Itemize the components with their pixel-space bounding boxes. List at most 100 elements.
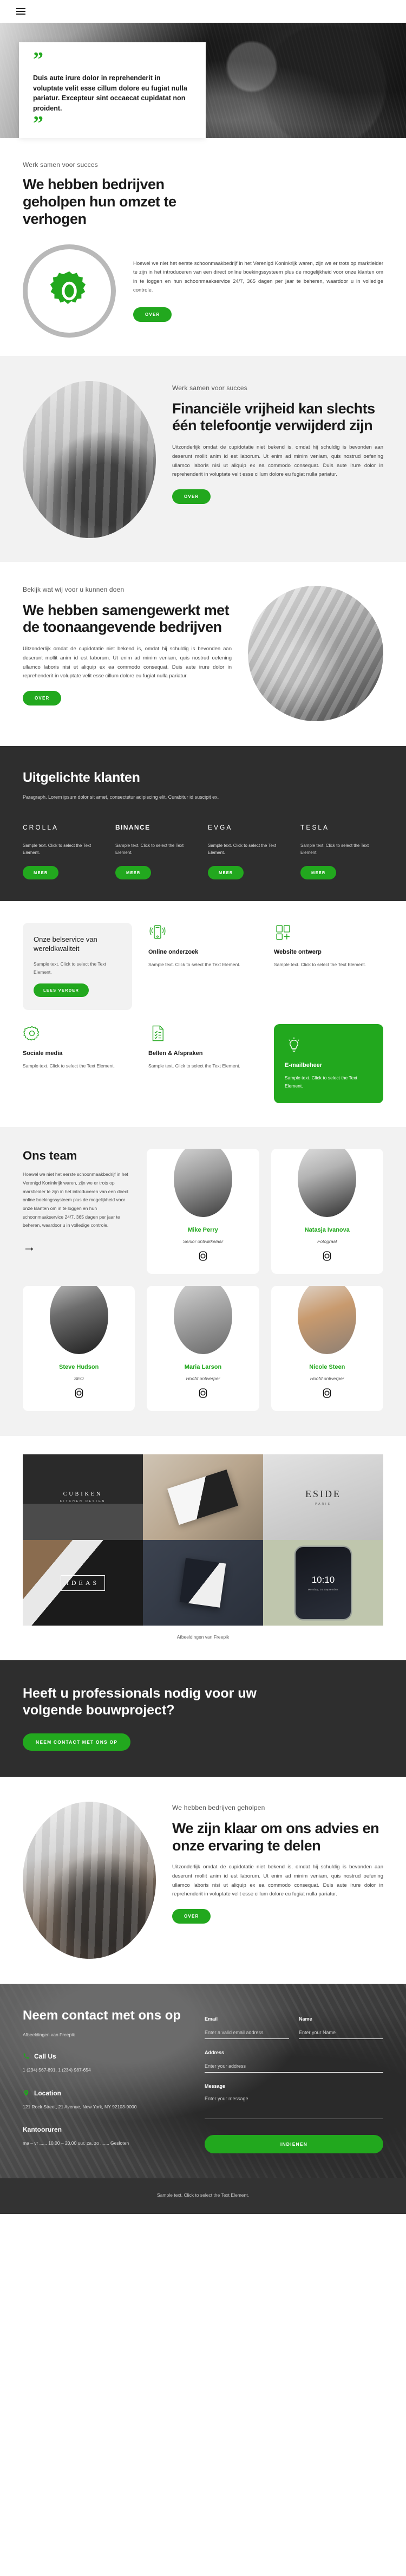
client-more-button[interactable]: MEER <box>300 865 337 879</box>
team-member-name: Natasja Ivanova <box>304 1227 350 1234</box>
gallery-section: CUBIKEN KITCHEN DESIGN ESIDE PARIS IDEAS… <box>0 1436 406 1661</box>
quote-close-icon: ” <box>33 112 43 135</box>
client-card: CROLLA Sample text. Click to select the … <box>23 821 106 879</box>
instagram-icon[interactable] <box>74 1388 84 1401</box>
client-logo-crolla: CROLLA <box>23 823 59 831</box>
advice-eyebrow: We hebben bedrijven geholpen <box>172 1803 265 1811</box>
email-field-group: Email <box>205 2016 289 2039</box>
instagram-icon[interactable] <box>322 1388 332 1401</box>
feature-title: E-mailbeheer <box>285 1062 323 1069</box>
leading-eyebrow: Bekijk wat wij voor u kunnen doen <box>23 585 125 593</box>
freedom-section: Werk samen voor succes Financiële vrijhe… <box>0 355 406 562</box>
team-member-card: Mike Perry Senior ontwikkelaar <box>147 1149 259 1274</box>
hero-quote-card: ” Duis aute irure dolor in reprehenderit… <box>19 42 206 138</box>
team-member-role: Hoofd ontwerper <box>310 1376 344 1382</box>
gallery-tile-sub: KITCHEN DESIGN <box>60 1500 106 1504</box>
instagram-icon[interactable] <box>198 1388 208 1401</box>
revenue-section: Werk samen voor succes We hebben bedrijv… <box>0 138 406 356</box>
feature-text: Sample text. Click to select the Text El… <box>274 961 366 967</box>
contact-location-heading: Location <box>23 2089 185 2097</box>
arrow-right-icon[interactable]: → <box>23 1240 36 1255</box>
team-member-card: Maria Larson Hoofd ontwerper <box>147 1286 259 1412</box>
gallery-tile[interactable]: IDEAS <box>23 1540 143 1626</box>
instagram-icon[interactable] <box>198 1251 208 1264</box>
team-intro: Ons team Hoewel we niet het eerste schoo… <box>23 1149 135 1274</box>
contact-hours-block: Kantooruren ma – vr ...... 10.00 – 20.00… <box>23 2126 185 2147</box>
gallery-grid: CUBIKEN KITCHEN DESIGN ESIDE PARIS IDEAS… <box>23 1454 383 1626</box>
gallery-tile[interactable]: 10:10 Monday, 01 September <box>263 1540 383 1626</box>
client-card: EVGA Sample text. Click to select the Te… <box>208 821 291 879</box>
contact-call-block: Call Us 1 (234) 567-891, 1 (234) 987-654 <box>23 2053 185 2074</box>
clients-section: Uitgelichte klanten Paragraph. Lorem ips… <box>0 746 406 901</box>
leading-image <box>248 585 383 721</box>
contact-hours-value: ma – vr ...... 10.00 – 20.00 uur, za, zo… <box>23 2140 129 2146</box>
client-logo-tesla: TESLA <box>300 823 330 831</box>
contact-form: Email Name Address Message INDIENE <box>205 2008 383 2153</box>
contact-call-label: Call Us <box>34 2052 56 2060</box>
contact-call-heading: Call Us <box>23 2053 185 2060</box>
client-caption: Sample text. Click to select the Text El… <box>208 843 277 856</box>
message-input[interactable] <box>205 2094 383 2119</box>
submit-button[interactable]: INDIENEN <box>205 2134 383 2153</box>
client-caption: Sample text. Click to select the Text El… <box>300 843 369 856</box>
gear-icon <box>50 271 86 304</box>
instagram-icon[interactable] <box>322 1251 332 1264</box>
team-body: Hoewel we niet het eerste schoonmaakbedr… <box>23 1172 129 1228</box>
hamburger-menu-icon[interactable] <box>16 8 25 15</box>
gallery-tile-caption: 10:10 <box>311 1575 335 1585</box>
feature-text: Sample text. Click to select the Text El… <box>148 1063 240 1069</box>
advice-about-button[interactable]: OVER <box>172 1908 211 1924</box>
mobile-signal-icon <box>148 923 167 941</box>
client-more-button[interactable]: MEER <box>208 865 244 879</box>
gallery-tile[interactable] <box>143 1454 263 1541</box>
cta-contact-button[interactable]: NEEM CONTACT MET ONS OP <box>23 1733 131 1751</box>
team-member-photo <box>271 1286 383 1357</box>
revenue-about-button[interactable]: OVER <box>133 307 172 322</box>
freedom-about-button[interactable]: OVER <box>172 489 211 504</box>
contact-location-block: Location 121 Rock Street, 21 Avenue, New… <box>23 2089 185 2111</box>
client-caption: Sample text. Click to select the Text El… <box>23 843 91 856</box>
freedom-image <box>23 380 156 538</box>
client-more-button[interactable]: MEER <box>23 865 59 879</box>
leading-section: Bekijk wat wij voor u kunnen doen We heb… <box>0 561 406 746</box>
gallery-tile[interactable]: CUBIKEN KITCHEN DESIGN <box>23 1454 143 1541</box>
lightbulb-icon <box>285 1036 303 1054</box>
features-section: Onze belservice van wereldkwaliteit Samp… <box>0 901 406 1128</box>
gallery-tile-caption: IDEAS <box>60 1575 106 1591</box>
gallery-tile-sub: Monday, 01 September <box>307 1588 339 1591</box>
advice-image <box>23 1801 156 1959</box>
feature-card-online-onderzoek: Online onderzoek Sample text. Click to s… <box>148 923 258 1011</box>
feature-card-bellen-afspraken: Bellen & Afspraken Sample text. Click to… <box>148 1024 258 1103</box>
gallery-credit: Afbeeldingen van Freepik <box>176 1634 230 1640</box>
feature-text: Sample text. Click to select the Text El… <box>148 961 240 967</box>
team-member-photo <box>23 1286 135 1357</box>
team-member-card: Natasja Ivanova Fotograaf <box>271 1149 383 1274</box>
feature-promo-button[interactable]: LEES VERDER <box>34 983 89 998</box>
map-pin-icon <box>24 2090 29 2096</box>
contact-credit: Afbeeldingen van Freepik <box>23 2031 75 2037</box>
team-member-name: Nicole Steen <box>309 1364 345 1371</box>
client-more-button[interactable]: MEER <box>115 865 152 879</box>
team-member-name: Steve Hudson <box>58 1364 99 1371</box>
cta-title: Heeft u professionals nodig voor uw volg… <box>23 1686 257 1718</box>
contact-location-label: Location <box>34 2089 61 2097</box>
team-member-role: Fotograaf <box>317 1239 337 1245</box>
revenue-title: We hebben bedrijven geholpen hun omzet t… <box>23 176 176 227</box>
quote-open-icon: ” <box>33 48 43 71</box>
name-label: Name <box>299 2016 312 2022</box>
leading-body: Uitzonderlijk omdat de cupidotatie niet … <box>23 646 232 679</box>
feature-promo-title: Onze belservice van wereldkwaliteit <box>34 935 97 953</box>
client-logo-binance: BINANCE <box>115 823 150 831</box>
client-card: TESLA Sample text. Click to select the T… <box>300 821 383 879</box>
team-member-card: Nicole Steen Hoofd ontwerper <box>271 1286 383 1412</box>
hero-quote-text: Duis aute irure dolor in reprehenderit i… <box>33 74 187 113</box>
name-input[interactable] <box>299 2028 383 2039</box>
gallery-tile[interactable]: ESIDE PARIS <box>263 1454 383 1541</box>
gallery-tile[interactable] <box>143 1540 263 1626</box>
address-input[interactable] <box>205 2061 383 2073</box>
message-field-group: Message <box>205 2083 383 2122</box>
cta-section: Heeft u professionals nodig voor uw volg… <box>0 1660 406 1777</box>
email-input[interactable] <box>205 2028 289 2039</box>
leading-about-button[interactable]: OVER <box>23 690 62 706</box>
contact-call-value: 1 (234) 567-891, 1 (234) 987-654 <box>23 2067 91 2073</box>
